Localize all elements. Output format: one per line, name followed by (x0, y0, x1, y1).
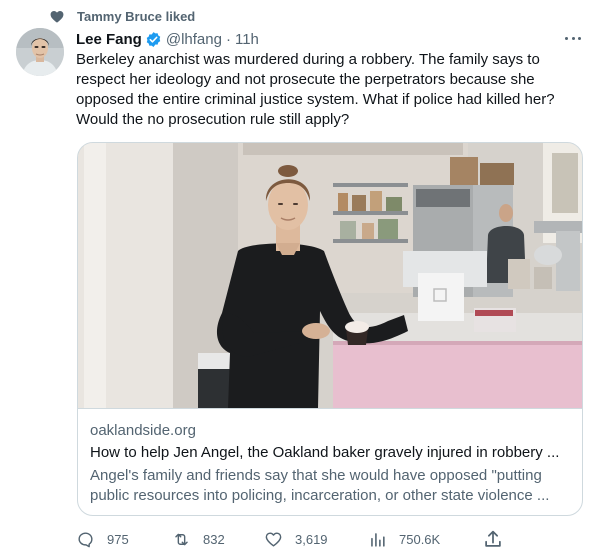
views-count: 750.6K (399, 531, 441, 547)
retweet-icon (175, 533, 188, 545)
author-name[interactable]: Lee Fang (76, 31, 142, 48)
reply-icon (78, 531, 93, 547)
retweet-count: 832 (203, 531, 225, 547)
share-icon[interactable] (482, 528, 504, 550)
views-button[interactable]: 750.6K (368, 528, 440, 550)
card-title[interactable]: How to help Jen Angel, the Oakland baker… (90, 444, 572, 461)
card-image[interactable] (78, 143, 582, 408)
like-button[interactable]: 3,619 (264, 528, 328, 550)
like-count: 3,619 (295, 531, 328, 547)
views-icon (371, 532, 385, 547)
social-context-label[interactable]: Tammy Bruce liked (77, 9, 195, 24)
retweet-button[interactable]: 832 (172, 528, 225, 550)
separator-dot: · (225, 30, 231, 48)
card-domain[interactable]: oaklandside.org (90, 422, 196, 439)
author-handle[interactable]: @lhfang (166, 31, 222, 48)
tweet-text: Berkeley anarchist was murdered during a… (76, 51, 555, 128)
reply-count: 975 (107, 531, 129, 547)
card-info[interactable]: oaklandside.org How to help Jen Angel, t… (78, 408, 582, 515)
tweet-header: Lee Fang @lhfang · 11h (76, 29, 259, 49)
card-description: Angel's family and friends say that she … (90, 467, 550, 504)
like-icon (265, 531, 282, 547)
tweet-timestamp[interactable]: 11h (235, 31, 259, 48)
reply-button[interactable]: 975 (76, 528, 129, 550)
heart-icon (50, 11, 64, 23)
action-bar: 975 832 3,619 750.6K (76, 528, 506, 550)
link-card[interactable]: oaklandside.org How to help Jen Angel, t… (77, 142, 583, 516)
avatar[interactable] (16, 28, 64, 76)
verified-badge-icon[interactable] (145, 31, 162, 48)
more-icon[interactable] (563, 30, 583, 46)
